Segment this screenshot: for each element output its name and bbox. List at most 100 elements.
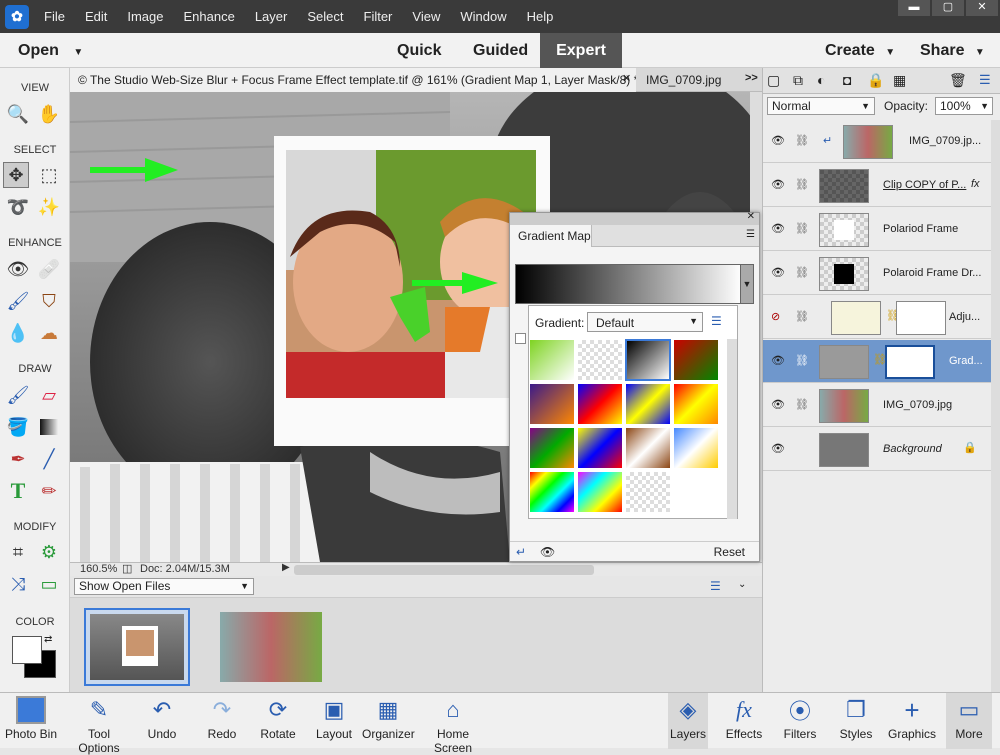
menu-image[interactable]: Image	[117, 9, 173, 24]
layer-item[interactable]: 👁 Background 🔒	[763, 428, 991, 471]
layer-item-selected[interactable]: 👁 ⛓ ⛓ Grad...	[763, 340, 991, 383]
eye-icon[interactable]: 👁	[771, 442, 785, 455]
dither-checkbox[interactable]	[515, 333, 526, 344]
gradient-swatch[interactable]	[577, 383, 623, 425]
gradient-swatch[interactable]	[625, 383, 671, 425]
horizontal-scrollbar[interactable]	[294, 565, 594, 575]
sponge-tool-icon[interactable]: ☁	[36, 320, 62, 346]
gradient-set-dropdown[interactable]: Default ▼	[587, 312, 703, 332]
photo-bin-button[interactable]: Photo Bin	[4, 693, 58, 749]
layer-mask-icon[interactable]: ◘	[843, 72, 851, 88]
more-tabs-button[interactable]: >>	[745, 72, 758, 84]
crop-tool-icon[interactable]: ⌗	[5, 539, 31, 565]
eye-icon[interactable]: 👁	[771, 134, 785, 147]
eye-icon[interactable]: 👁	[771, 266, 785, 279]
pencil-tool-icon[interactable]: ✏	[36, 478, 62, 504]
minimize-icon[interactable]: ▬	[898, 0, 930, 16]
fx-icon[interactable]: fx	[971, 178, 980, 190]
type-tool-icon[interactable]: T	[5, 478, 31, 504]
bin-thumbnail-template[interactable]	[84, 608, 190, 686]
tool-options-button[interactable]: ✎ Tool Options	[66, 693, 132, 755]
collapse-bin-icon[interactable]: ⌄	[738, 579, 746, 590]
gradient-swatch[interactable]	[673, 383, 719, 425]
gradient-dropdown-icon[interactable]: ▼	[740, 264, 754, 304]
new-group-icon[interactable]: ⧉	[793, 72, 803, 89]
foreground-color-swatch[interactable]	[12, 636, 42, 664]
layer-item[interactable]: 👁 ⛓ Clip COPY of P... fx	[763, 164, 991, 207]
close-tab-icon[interactable]: ✕	[622, 72, 631, 85]
eye-icon[interactable]: 👁	[540, 545, 555, 559]
line-tool-icon[interactable]: ╱	[36, 446, 62, 472]
new-layer-icon[interactable]: ▢	[767, 72, 780, 89]
layers-scrollbar[interactable]	[991, 120, 1000, 692]
gradient-preview[interactable]	[515, 264, 743, 304]
blend-mode-dropdown[interactable]: Normal ▼	[767, 97, 875, 115]
menu-filter[interactable]: Filter	[354, 9, 403, 24]
eraser-tool-icon[interactable]: ▱	[36, 382, 62, 408]
gradient-swatch[interactable]	[673, 339, 719, 381]
layer-item[interactable]: 👁 ⛓ IMG_0709.jpg	[763, 384, 991, 427]
graphics-button[interactable]: + Graphics	[888, 693, 936, 749]
undo-button[interactable]: ↶ Undo	[140, 693, 184, 749]
layer-item[interactable]: 👁 ⛓ Polaroid Frame Dr...	[763, 252, 991, 295]
smart-brush-icon[interactable]: 🖌	[5, 288, 31, 314]
gradient-swatch[interactable]	[577, 339, 623, 381]
gradient-swatch[interactable]	[625, 427, 671, 469]
blur-tool-icon[interactable]: 💧	[5, 320, 31, 346]
layout-button[interactable]: ▣ Layout	[312, 693, 356, 749]
menu-help[interactable]: Help	[517, 9, 564, 24]
effects-button[interactable]: fx Effects	[722, 693, 766, 749]
layer-item[interactable]: 👁 ⛓ ↵ IMG_0709.jp...	[763, 120, 991, 163]
opacity-input[interactable]: 100% ▼	[935, 97, 993, 115]
organizer-button[interactable]: ▦ Organizer	[362, 693, 415, 749]
open-button[interactable]: Open ▼	[18, 33, 83, 68]
eyedropper-icon[interactable]: ✒	[5, 446, 31, 472]
gradient-swatch[interactable]	[673, 427, 719, 469]
magic-wand-icon[interactable]: ✨	[36, 194, 62, 220]
show-open-files-dropdown[interactable]: Show Open Files ▼	[74, 578, 254, 595]
menu-window[interactable]: Window	[450, 9, 516, 24]
clip-to-layer-icon[interactable]: ↵	[516, 545, 526, 559]
healing-brush-icon[interactable]: 🩹	[36, 256, 62, 282]
menu-layer[interactable]: Layer	[245, 9, 298, 24]
gradient-swatch[interactable]	[529, 427, 575, 469]
straighten-tool-icon[interactable]: ▭	[36, 571, 62, 597]
panel-menu-icon[interactable]: ☰	[979, 72, 991, 88]
recompose-tool-icon[interactable]: ⚙	[36, 539, 62, 565]
status-arrow-icon[interactable]: ▶	[282, 562, 290, 573]
share-button[interactable]: Share ▼	[920, 33, 985, 68]
swatch-scrollbar[interactable]	[727, 339, 737, 519]
gradient-swatch[interactable]	[529, 471, 575, 513]
tab-quick[interactable]: Quick	[397, 33, 441, 68]
tab-gradient-map[interactable]: Gradient Map	[510, 225, 592, 247]
zoom-tool-icon[interactable]: 🔍	[5, 101, 31, 127]
menu-edit[interactable]: Edit	[75, 9, 117, 24]
hand-tool-icon[interactable]: ✋	[36, 101, 62, 127]
bin-thumbnail-img-0709[interactable]	[220, 612, 322, 682]
rotate-button[interactable]: ⟳ Rotate	[256, 693, 300, 749]
eye-hidden-icon[interactable]: ⊘	[771, 310, 780, 323]
lasso-tool-icon[interactable]: ➰	[5, 194, 31, 220]
menu-view[interactable]: View	[402, 9, 450, 24]
eye-icon[interactable]: 👁	[771, 222, 785, 235]
filters-button[interactable]: ⦿ Filters	[778, 693, 822, 749]
menu-file[interactable]: File	[34, 9, 75, 24]
content-aware-move-icon[interactable]: ⤨	[5, 571, 31, 597]
layer-item[interactable]: 👁 ⛓ Polariod Frame	[763, 208, 991, 251]
close-icon[interactable]: ✕	[966, 0, 998, 16]
home-screen-button[interactable]: ⌂ Home Screen	[418, 693, 488, 755]
tab-img-0709[interactable]: IMG_0709.jpg	[638, 68, 748, 92]
adjustment-layer-icon[interactable]: ◐	[817, 72, 825, 88]
gradient-swatch[interactable]	[577, 427, 623, 469]
bin-options-icon[interactable]: ☰	[710, 579, 721, 593]
menu-select[interactable]: Select	[297, 9, 353, 24]
panel-menu-icon[interactable]: ☰	[746, 229, 755, 240]
tab-template-document[interactable]: © The Studio Web-Size Blur + Focus Frame…	[70, 68, 636, 92]
styles-button[interactable]: ❐ Styles	[834, 693, 878, 749]
create-button[interactable]: Create ▼	[825, 33, 895, 68]
red-eye-tool-icon[interactable]: 👁	[5, 256, 31, 282]
picker-menu-icon[interactable]: ☰	[711, 314, 722, 328]
clone-stamp-icon[interactable]: ⛉	[36, 288, 62, 314]
gradient-swatch[interactable]	[625, 471, 671, 513]
layer-item[interactable]: ⊘ ⛓ ⛓ Adju...	[763, 296, 991, 339]
